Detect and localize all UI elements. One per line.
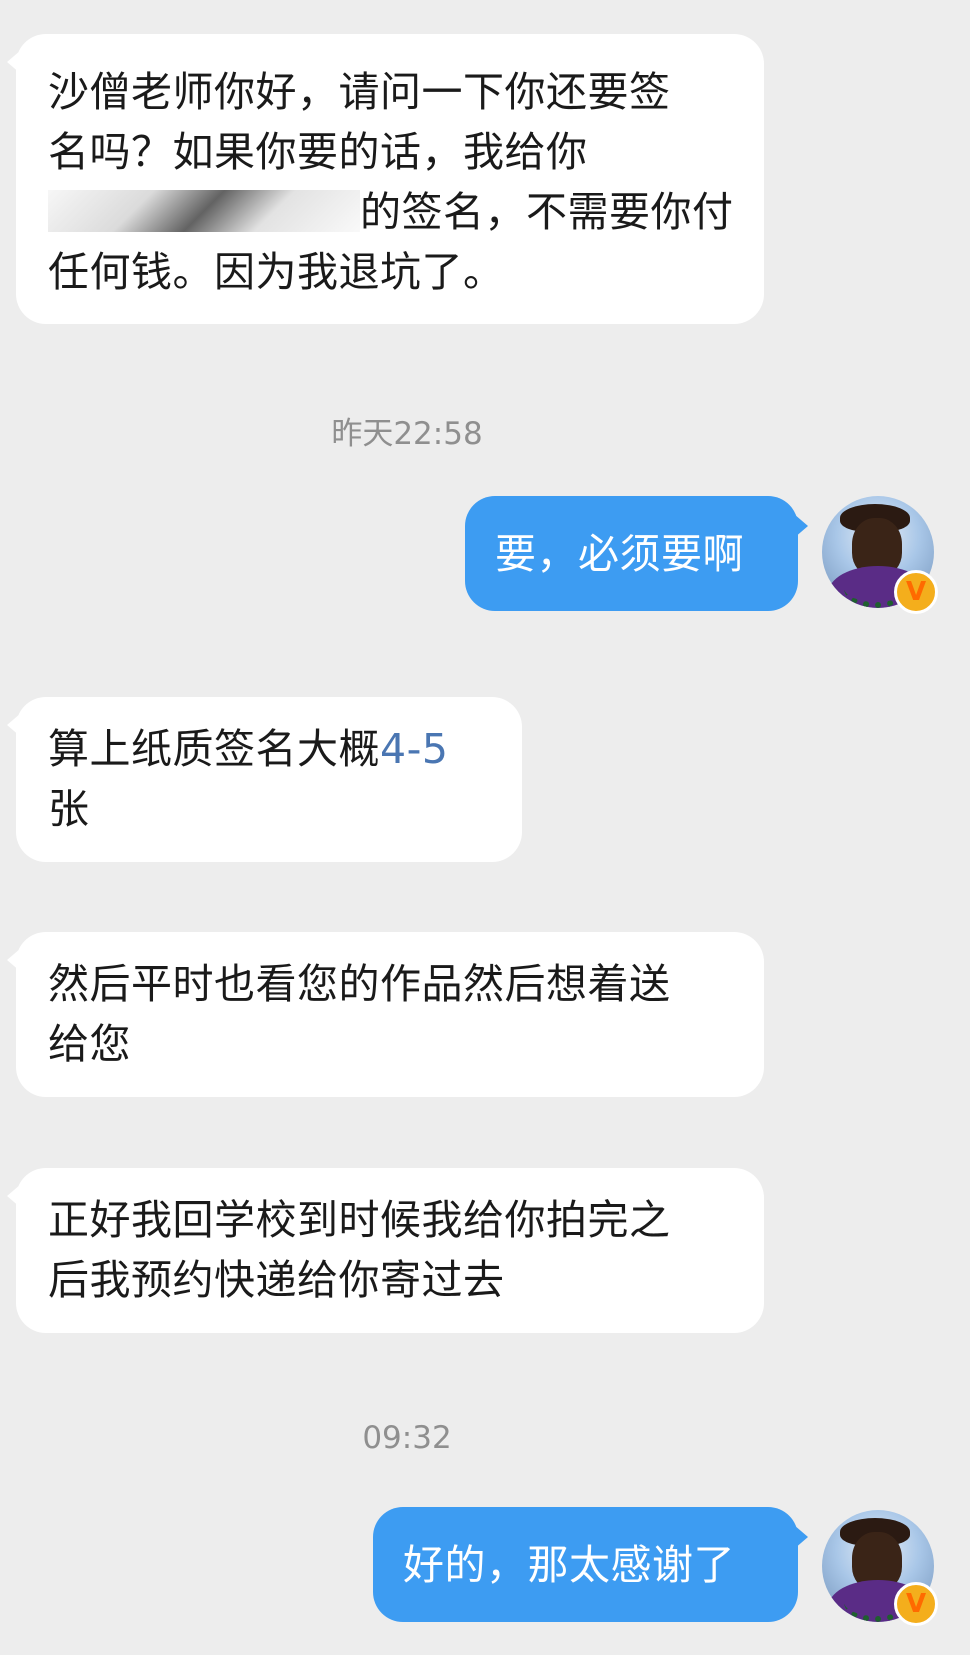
- message-text-line: 的签名，不需要你付: [48, 182, 734, 242]
- message-text-fragment: 的签名，不需要你付: [360, 188, 734, 236]
- message-bubble-outgoing[interactable]: 好的，那太感谢了: [373, 1507, 808, 1622]
- message-text-line: 给您: [48, 1020, 131, 1068]
- message-text-line: 任何钱。因为我退坑了。: [48, 248, 505, 296]
- timestamp: 昨天22:58: [331, 416, 483, 452]
- message-bubble-outgoing[interactable]: 要，必须要啊: [465, 496, 808, 611]
- message-bubble-incoming[interactable]: 沙僧老师你好，请问一下你还要签 名吗？如果你要的话，我给你 的签名，不需要你付 …: [7, 34, 764, 324]
- message-text-line: 名吗？如果你要的话，我给你: [48, 122, 734, 182]
- message-bubble-incoming[interactable]: 然后平时也看您的作品然后想着送 给您: [7, 932, 764, 1097]
- message-text-fragment: 算上纸质签名大概: [48, 725, 380, 773]
- message-text-fragment: 名吗？如果你要的话，我给你: [48, 128, 588, 176]
- message-text: 要，必须要啊: [495, 530, 744, 578]
- message-text-line: 沙僧老师你好，请问一下你还要签: [48, 68, 671, 116]
- vip-badge-icon: V: [894, 570, 938, 614]
- message-text-line: 后我预约快递给你寄过去: [48, 1256, 505, 1304]
- redacted-region: [48, 190, 360, 232]
- message-text-line: 然后平时也看您的作品然后想着送: [48, 960, 671, 1008]
- number-link[interactable]: 4-5: [380, 725, 448, 773]
- message-text-line: 张: [48, 785, 90, 833]
- message-bubble-incoming[interactable]: 正好我回学校到时候我给你拍完之 后我预约快递给你寄过去: [7, 1168, 764, 1333]
- message-text-line: 正好我回学校到时候我给你拍完之: [48, 1196, 671, 1244]
- message-bubble-incoming[interactable]: 算上纸质签名大概4-5 张: [7, 697, 522, 862]
- vip-badge-icon: V: [894, 1582, 938, 1626]
- message-text: 好的，那太感谢了: [403, 1541, 735, 1589]
- message-text-line: 算上纸质签名大概4-5: [48, 719, 492, 779]
- timestamp: 09:32: [362, 1420, 452, 1456]
